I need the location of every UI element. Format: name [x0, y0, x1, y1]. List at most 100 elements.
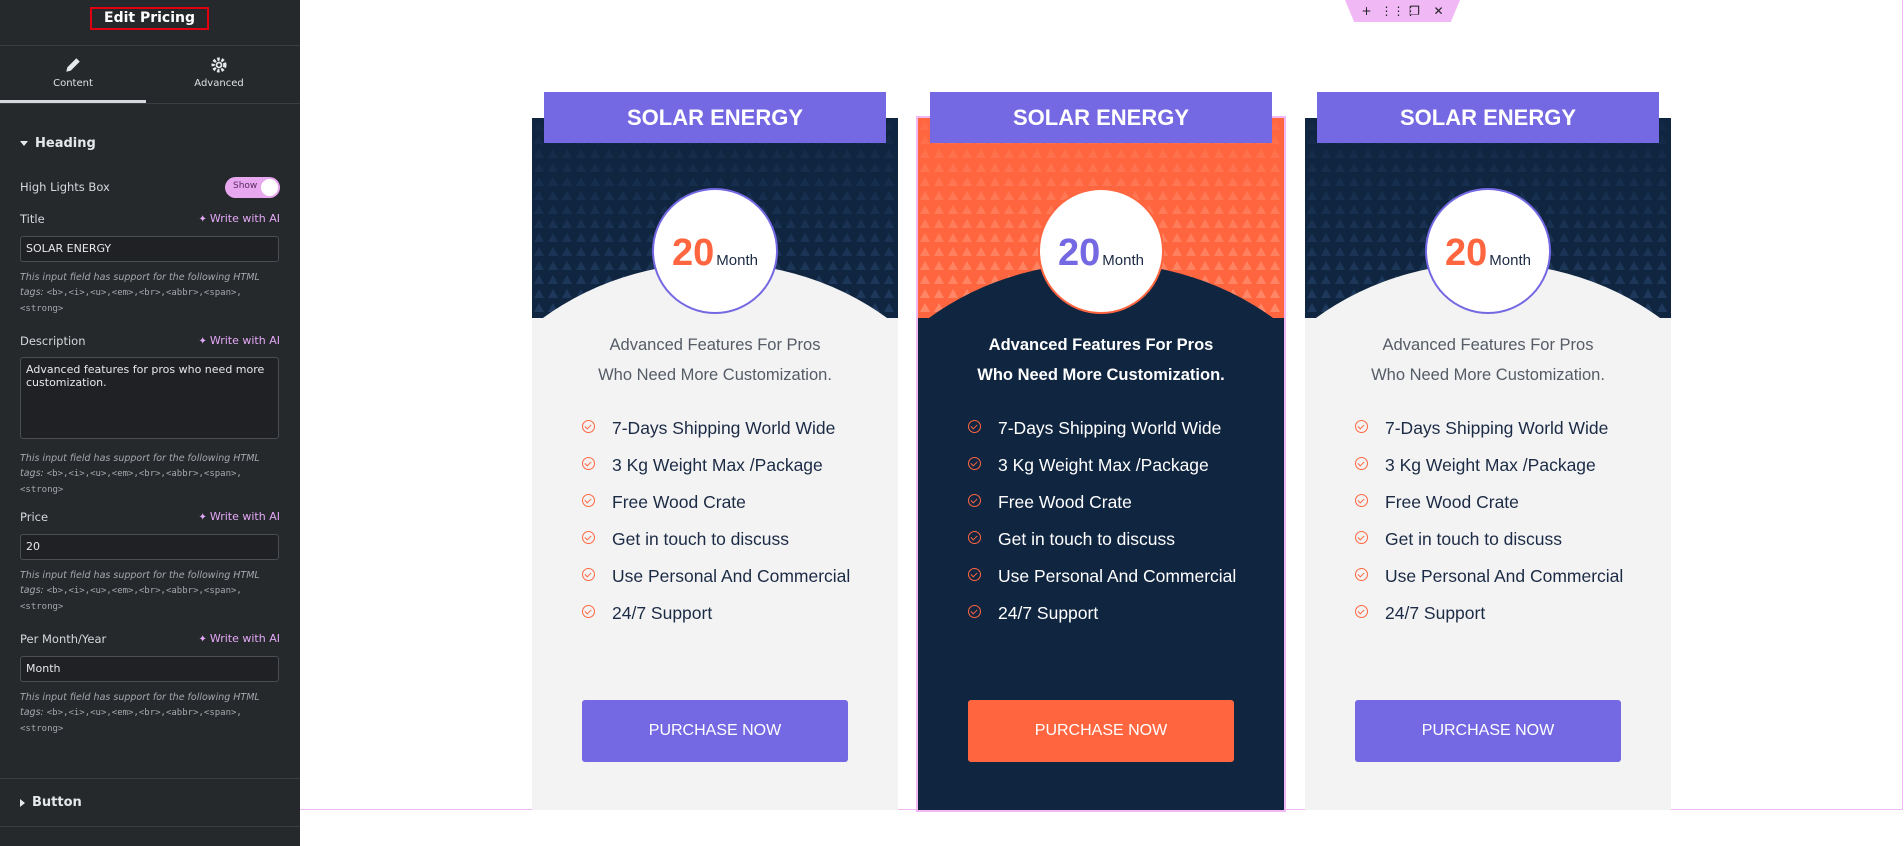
feature-text: Use Personal And Commercial [612, 566, 851, 586]
period-input[interactable]: Month [20, 656, 279, 682]
section-divider [0, 826, 300, 827]
title-input[interactable]: SOLAR ENERGY [20, 236, 279, 262]
feature-text: 24/7 Support [998, 603, 1099, 623]
check-circle-icon [582, 605, 595, 618]
feature-item: Free Wood Crate [582, 493, 852, 511]
pricing-card: SOLAR ENERGY 20 Month Advanced Features F… [1305, 92, 1671, 810]
price-label: Price [20, 510, 49, 524]
tab-content[interactable]: Content [0, 46, 146, 103]
write-ai-text: Write with AI [209, 510, 280, 523]
feature-text: 3 Kg Weight Max /Package [998, 455, 1209, 475]
add-section-icon[interactable]: + [1357, 4, 1377, 18]
caret-down-icon [20, 141, 28, 146]
feature-text: Get in touch to discuss [998, 529, 1176, 549]
check-circle-icon [1355, 531, 1368, 544]
close-icon[interactable]: ✕ [1429, 4, 1449, 18]
feature-item: 3 Kg Weight Max /Package [582, 455, 852, 475]
feature-text: Get in touch to discuss [1385, 529, 1563, 549]
check-circle-icon [968, 457, 981, 470]
price-hint: This input field has support for the fol… [20, 568, 270, 615]
section-divider [0, 778, 300, 779]
section-handle-toolbar: + ⋮⋮⋮ ❐ ✕ [1345, 0, 1460, 22]
check-circle-icon [968, 420, 981, 433]
feature-item: 3 Kg Weight Max /Package [1355, 455, 1625, 475]
description-textarea[interactable]: Advanced features for pros who need more… [20, 357, 279, 439]
section-button-toggle[interactable]: Button [20, 795, 82, 810]
write-ai-text: Write with AI [209, 632, 280, 645]
feature-text: Free Wood Crate [998, 492, 1132, 512]
feature-item: Get in touch to discuss [1355, 529, 1625, 549]
check-circle-icon [582, 568, 595, 581]
feature-item: 7-Days Shipping World Wide [968, 418, 1238, 438]
check-circle-icon [1355, 457, 1368, 470]
tab-advanced[interactable]: Advanced [146, 46, 292, 103]
hint-tags: <b>,<i>,<u>,<em>,<br>,<abbr>,<span>,<str… [20, 469, 242, 495]
feature-text: 7-Days Shipping World Wide [1385, 418, 1609, 438]
preview-canvas: + ⋮⋮⋮ ❐ ✕ SOLAR ENERGY 20 Month Advanced … [300, 0, 1904, 846]
hint-tags: <b>,<i>,<u>,<em>,<br>,<abbr>,<span>,<str… [20, 288, 242, 314]
feature-text: 3 Kg Weight Max /Package [612, 455, 823, 475]
description-write-ai-link[interactable]: ✦ Write with AI [198, 334, 280, 347]
pricing-card: SOLAR ENERGY 20 Month Advanced Features F… [532, 92, 898, 810]
feature-item: 7-Days Shipping World Wide [582, 419, 852, 437]
feature-item: 24/7 Support [1355, 604, 1625, 622]
check-circle-icon [582, 420, 595, 433]
sparkle-icon: ✦ [198, 512, 207, 523]
price-value: 20 [1058, 232, 1101, 274]
feature-item: 24/7 Support [582, 603, 852, 623]
feature-item: Use Personal And Commercial [968, 566, 1238, 586]
desc-line: Advanced Features For Pros [988, 336, 1214, 354]
check-circle-icon [1355, 568, 1368, 581]
highlights-switch[interactable]: Show [225, 177, 280, 198]
price-circle: 20 Month [1038, 188, 1164, 314]
price-value: 20 [1445, 232, 1488, 274]
period-write-ai-link[interactable]: ✦ Write with AI [198, 632, 280, 645]
feature-item: Use Personal And Commercial [582, 566, 852, 586]
hint-tags: <b>,<i>,<u>,<em>,<br>,<abbr>,<span>,<str… [20, 586, 242, 612]
card-title: SOLAR ENERGY [1317, 92, 1659, 143]
feature-text: Use Personal And Commercial [1385, 566, 1624, 586]
duplicate-icon[interactable]: ❐ [1405, 4, 1425, 18]
feature-item: 7-Days Shipping World Wide [1355, 418, 1625, 438]
section-heading-label: Heading [35, 136, 96, 151]
pencil-icon [66, 58, 80, 72]
feature-item: Free Wood Crate [1355, 493, 1625, 511]
tab-advanced-label: Advanced [194, 78, 244, 89]
feature-item: Get in touch to discuss [968, 529, 1238, 549]
check-circle-icon [1355, 494, 1368, 507]
write-ai-text: Write with AI [209, 212, 280, 225]
description-label: Description [20, 334, 86, 348]
switch-knob [261, 179, 278, 196]
feature-text: 24/7 Support [612, 603, 713, 623]
feature-text: Get in touch to discuss [612, 529, 790, 549]
sparkle-icon: ✦ [198, 214, 207, 225]
purchase-button[interactable]: PURCHASE NOW [582, 700, 848, 762]
editor-panel: Edit Pricing Content Advanced Heading Hi… [0, 0, 300, 846]
desc-line: Advanced Features For Pros [609, 336, 821, 354]
price-circle: 20 Month [1425, 188, 1551, 314]
card-title: SOLAR ENERGY [930, 92, 1272, 143]
section-button-label: Button [32, 795, 82, 810]
price-period: Month [1489, 252, 1531, 269]
title-label: Title [20, 212, 45, 226]
title-write-ai-link[interactable]: ✦ Write with AI [198, 212, 280, 225]
price-write-ai-link[interactable]: ✦ Write with AI [198, 510, 280, 523]
purchase-button[interactable]: PURCHASE NOW [968, 700, 1234, 762]
check-circle-icon [582, 457, 595, 470]
feature-item: Get in touch to discuss [582, 529, 852, 549]
sparkle-icon: ✦ [198, 336, 207, 347]
feature-text: 7-Days Shipping World Wide [998, 418, 1222, 438]
card-description: Advanced Features For Pros Who Need More … [1325, 330, 1651, 390]
feature-text: Use Personal And Commercial [998, 566, 1237, 586]
section-heading-toggle[interactable]: Heading [20, 136, 96, 151]
period-hint: This input field has support for the fol… [20, 690, 270, 737]
price-input[interactable]: 20 [20, 534, 279, 560]
price-value: 20 [672, 232, 715, 274]
feature-item: Use Personal And Commercial [1355, 566, 1625, 586]
highlights-switch-label: Show [233, 181, 258, 191]
drag-handle-icon[interactable]: ⋮⋮⋮ [1381, 4, 1417, 18]
feature-text: 3 Kg Weight Max /Package [1385, 455, 1596, 475]
title-hint: This input field has support for the fol… [20, 270, 270, 317]
purchase-button[interactable]: PURCHASE NOW [1355, 700, 1621, 762]
price-circle: 20 Month [652, 188, 778, 314]
